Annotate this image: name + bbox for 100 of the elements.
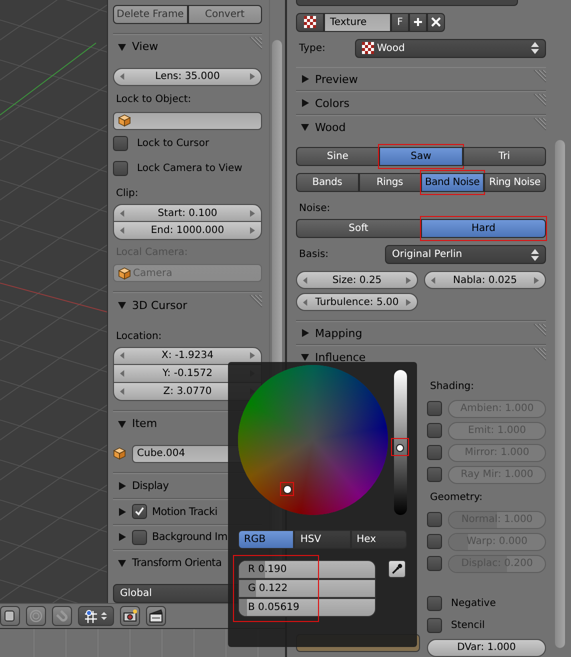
toggle-button[interactable]: Sine	[296, 146, 380, 166]
checkbox[interactable]	[427, 618, 442, 634]
number-field[interactable]: Size: 0.25	[296, 271, 418, 290]
number-field[interactable]: Turbulence: 5.00	[296, 293, 418, 312]
expanded-arrow-icon[interactable]	[300, 352, 310, 362]
add-button[interactable]	[409, 12, 427, 32]
mode-tab[interactable]: RGB	[238, 530, 294, 549]
expanded-arrow-icon[interactable]	[117, 558, 127, 568]
panel-title[interactable]: Preview	[315, 72, 358, 86]
toggle-button[interactable]: Rings	[358, 172, 421, 192]
grip-icon[interactable]	[248, 37, 262, 51]
decrement-arrow-icon[interactable]	[303, 276, 308, 284]
value-slider[interactable]	[394, 370, 407, 515]
decrement-arrow-icon[interactable]	[303, 298, 308, 306]
increment-arrow-icon[interactable]	[250, 73, 255, 80]
checkbox[interactable]	[427, 423, 442, 438]
panel-title[interactable]: Display	[132, 480, 169, 492]
channel-slider[interactable]: G 0.122	[238, 579, 376, 598]
checkbox[interactable]	[427, 556, 442, 572]
texture-browse-button[interactable]	[296, 12, 324, 32]
clapperboard-icon[interactable]	[146, 606, 166, 626]
checkbox[interactable]	[113, 136, 128, 152]
panel-title[interactable]: Background Im	[152, 531, 228, 544]
collapsed-arrow-icon[interactable]	[117, 480, 127, 491]
checkbox[interactable]	[427, 401, 442, 416]
checkbox[interactable]	[427, 467, 442, 482]
grip-icon[interactable]	[248, 295, 262, 310]
toggle-button[interactable]: Ring Noise	[484, 172, 546, 192]
expanded-arrow-icon[interactable]	[117, 42, 127, 52]
decrement-arrow-icon[interactable]	[120, 370, 125, 377]
expanded-arrow-icon[interactable]	[117, 300, 127, 310]
decrement-arrow-icon[interactable]	[120, 210, 125, 217]
increment-arrow-icon[interactable]	[250, 227, 255, 234]
convert-button[interactable]: Convert	[188, 5, 262, 24]
panel-title[interactable]: Motion Tracki	[152, 506, 218, 518]
decrement-arrow-icon[interactable]	[120, 227, 125, 234]
panel-title[interactable]: Item	[132, 417, 158, 430]
collapsed-arrow-icon[interactable]	[117, 532, 127, 542]
toggle-button[interactable]: Tri	[462, 146, 546, 166]
collapsed-arrow-icon[interactable]	[300, 328, 310, 338]
panel-title[interactable]: Mapping	[315, 326, 362, 340]
number-field[interactable]: X: -1.9234	[113, 346, 262, 365]
number-field[interactable]: Start: 0.100	[113, 204, 262, 222]
panel-title[interactable]: Wood	[315, 120, 346, 134]
increment-arrow-icon[interactable]	[250, 352, 255, 360]
grip-icon[interactable]	[532, 70, 546, 84]
unlink-button[interactable]	[427, 12, 445, 32]
number-field[interactable]: Lens: 35.000	[113, 68, 262, 86]
checkbox[interactable]	[113, 161, 128, 176]
panel-title[interactable]: View	[132, 40, 158, 54]
mode-tab[interactable]: Hex	[350, 530, 407, 549]
slider-thumb[interactable]	[396, 444, 404, 452]
texture-name-field[interactable]: Texture	[324, 12, 391, 32]
expanded-arrow-icon[interactable]	[117, 418, 127, 429]
grip-icon[interactable]	[532, 348, 546, 362]
scrollbar[interactable]	[555, 140, 565, 648]
grip-icon[interactable]	[532, 94, 546, 108]
magnet-icon[interactable]	[52, 606, 72, 626]
channel-slider[interactable]: B 0.05619	[238, 598, 376, 617]
mode-tab[interactable]: HSV	[294, 530, 351, 549]
toggle-button[interactable]: Saw	[379, 146, 463, 166]
type-dropdown[interactable]: Wood	[355, 38, 546, 58]
panel-title[interactable]: Colors	[315, 96, 350, 110]
toggle-button[interactable]: Band Noise	[421, 172, 484, 192]
decrement-arrow-icon[interactable]	[431, 276, 436, 284]
checkbox[interactable]	[427, 445, 442, 460]
number-field[interactable]: DVar: 1.000	[427, 638, 546, 657]
collapsed-arrow-icon[interactable]	[117, 506, 127, 517]
panel-title[interactable]: Transform Orienta	[132, 557, 222, 570]
decrement-arrow-icon[interactable]	[120, 352, 125, 360]
panel-title[interactable]: Influence	[315, 350, 366, 364]
toggle-button[interactable]: Bands	[296, 172, 358, 192]
increment-arrow-icon[interactable]	[406, 276, 411, 284]
eyedropper-button[interactable]	[388, 560, 406, 578]
channel-slider[interactable]: R 0.190	[238, 560, 376, 579]
object-field[interactable]	[113, 112, 262, 130]
snap-grid-icon[interactable]	[78, 606, 114, 626]
wheel-cursor[interactable]	[283, 485, 292, 494]
layers-icon[interactable]	[0, 606, 20, 626]
number-field[interactable]: Nabla: 0.025	[424, 271, 546, 290]
decrement-arrow-icon[interactable]	[120, 73, 125, 80]
checkbox[interactable]	[427, 534, 442, 550]
increment-arrow-icon[interactable]	[534, 276, 539, 284]
expanded-arrow-icon[interactable]	[300, 122, 310, 132]
decrement-arrow-icon[interactable]	[120, 388, 125, 395]
fake-user-button[interactable]: F	[391, 12, 409, 32]
collapsed-arrow-icon[interactable]	[300, 98, 310, 108]
grip-icon[interactable]	[532, 118, 546, 132]
checkbox[interactable]	[427, 596, 442, 612]
basis-dropdown[interactable]: Original Perlin	[385, 245, 546, 264]
checkbox[interactable]	[132, 530, 147, 545]
checkbox[interactable]	[132, 504, 147, 520]
toggle-button[interactable]: Soft	[296, 219, 421, 238]
proportional-edit-icon[interactable]	[26, 606, 46, 626]
camera-icon[interactable]	[120, 606, 140, 626]
collapsed-arrow-icon[interactable]	[300, 74, 310, 84]
delete-frame-button[interactable]: Delete Frame	[113, 5, 188, 24]
toggle-button[interactable]: Hard	[421, 219, 546, 238]
grip-icon[interactable]	[532, 324, 546, 338]
increment-arrow-icon[interactable]	[406, 298, 411, 306]
